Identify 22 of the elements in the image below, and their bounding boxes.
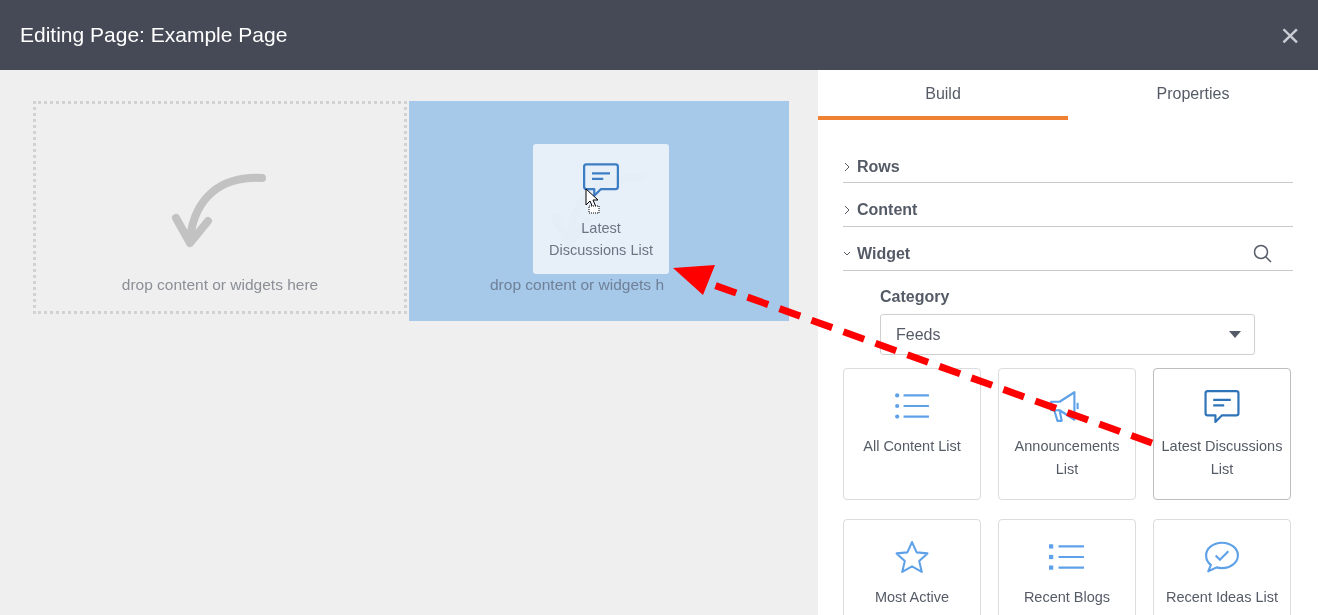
widget-label: Latest Discussions List <box>1160 437 1284 479</box>
widget-label: Most Active <box>874 588 950 607</box>
widget-tile[interactable]: Announcements List <box>998 368 1136 500</box>
widget-tile[interactable]: Most Active <box>843 519 981 615</box>
widget-label: Recent Ideas List <box>1165 588 1278 607</box>
widget-tile[interactable]: Recent Blogs <box>998 519 1136 615</box>
section-header[interactable]: Rows <box>843 152 1293 183</box>
section-header[interactable]: Content <box>843 183 1293 227</box>
widget-tile[interactable]: All Content List <box>843 368 981 500</box>
widget-label: All Content List <box>863 437 961 456</box>
widget-tile[interactable]: Recent Ideas List <box>1153 519 1291 615</box>
section-header[interactable]: Widget <box>843 227 1293 271</box>
preview-label: Latest Discussions List <box>548 219 654 260</box>
category-label: Category <box>880 288 951 306</box>
drop-hint: drop content or widgets h <box>490 276 665 293</box>
widget-tile[interactable]: Latest Discussions List <box>1153 368 1291 500</box>
close-button[interactable]: × <box>1276 18 1304 52</box>
widget-label: Announcements List <box>1013 437 1121 479</box>
widget-label: Recent Blogs <box>1023 588 1111 607</box>
window-title: Editing Page: Example Page <box>20 23 288 47</box>
category-dropdown[interactable]: Feeds <box>880 314 1255 355</box>
drop-hint: drop content or widgets here <box>121 276 319 293</box>
